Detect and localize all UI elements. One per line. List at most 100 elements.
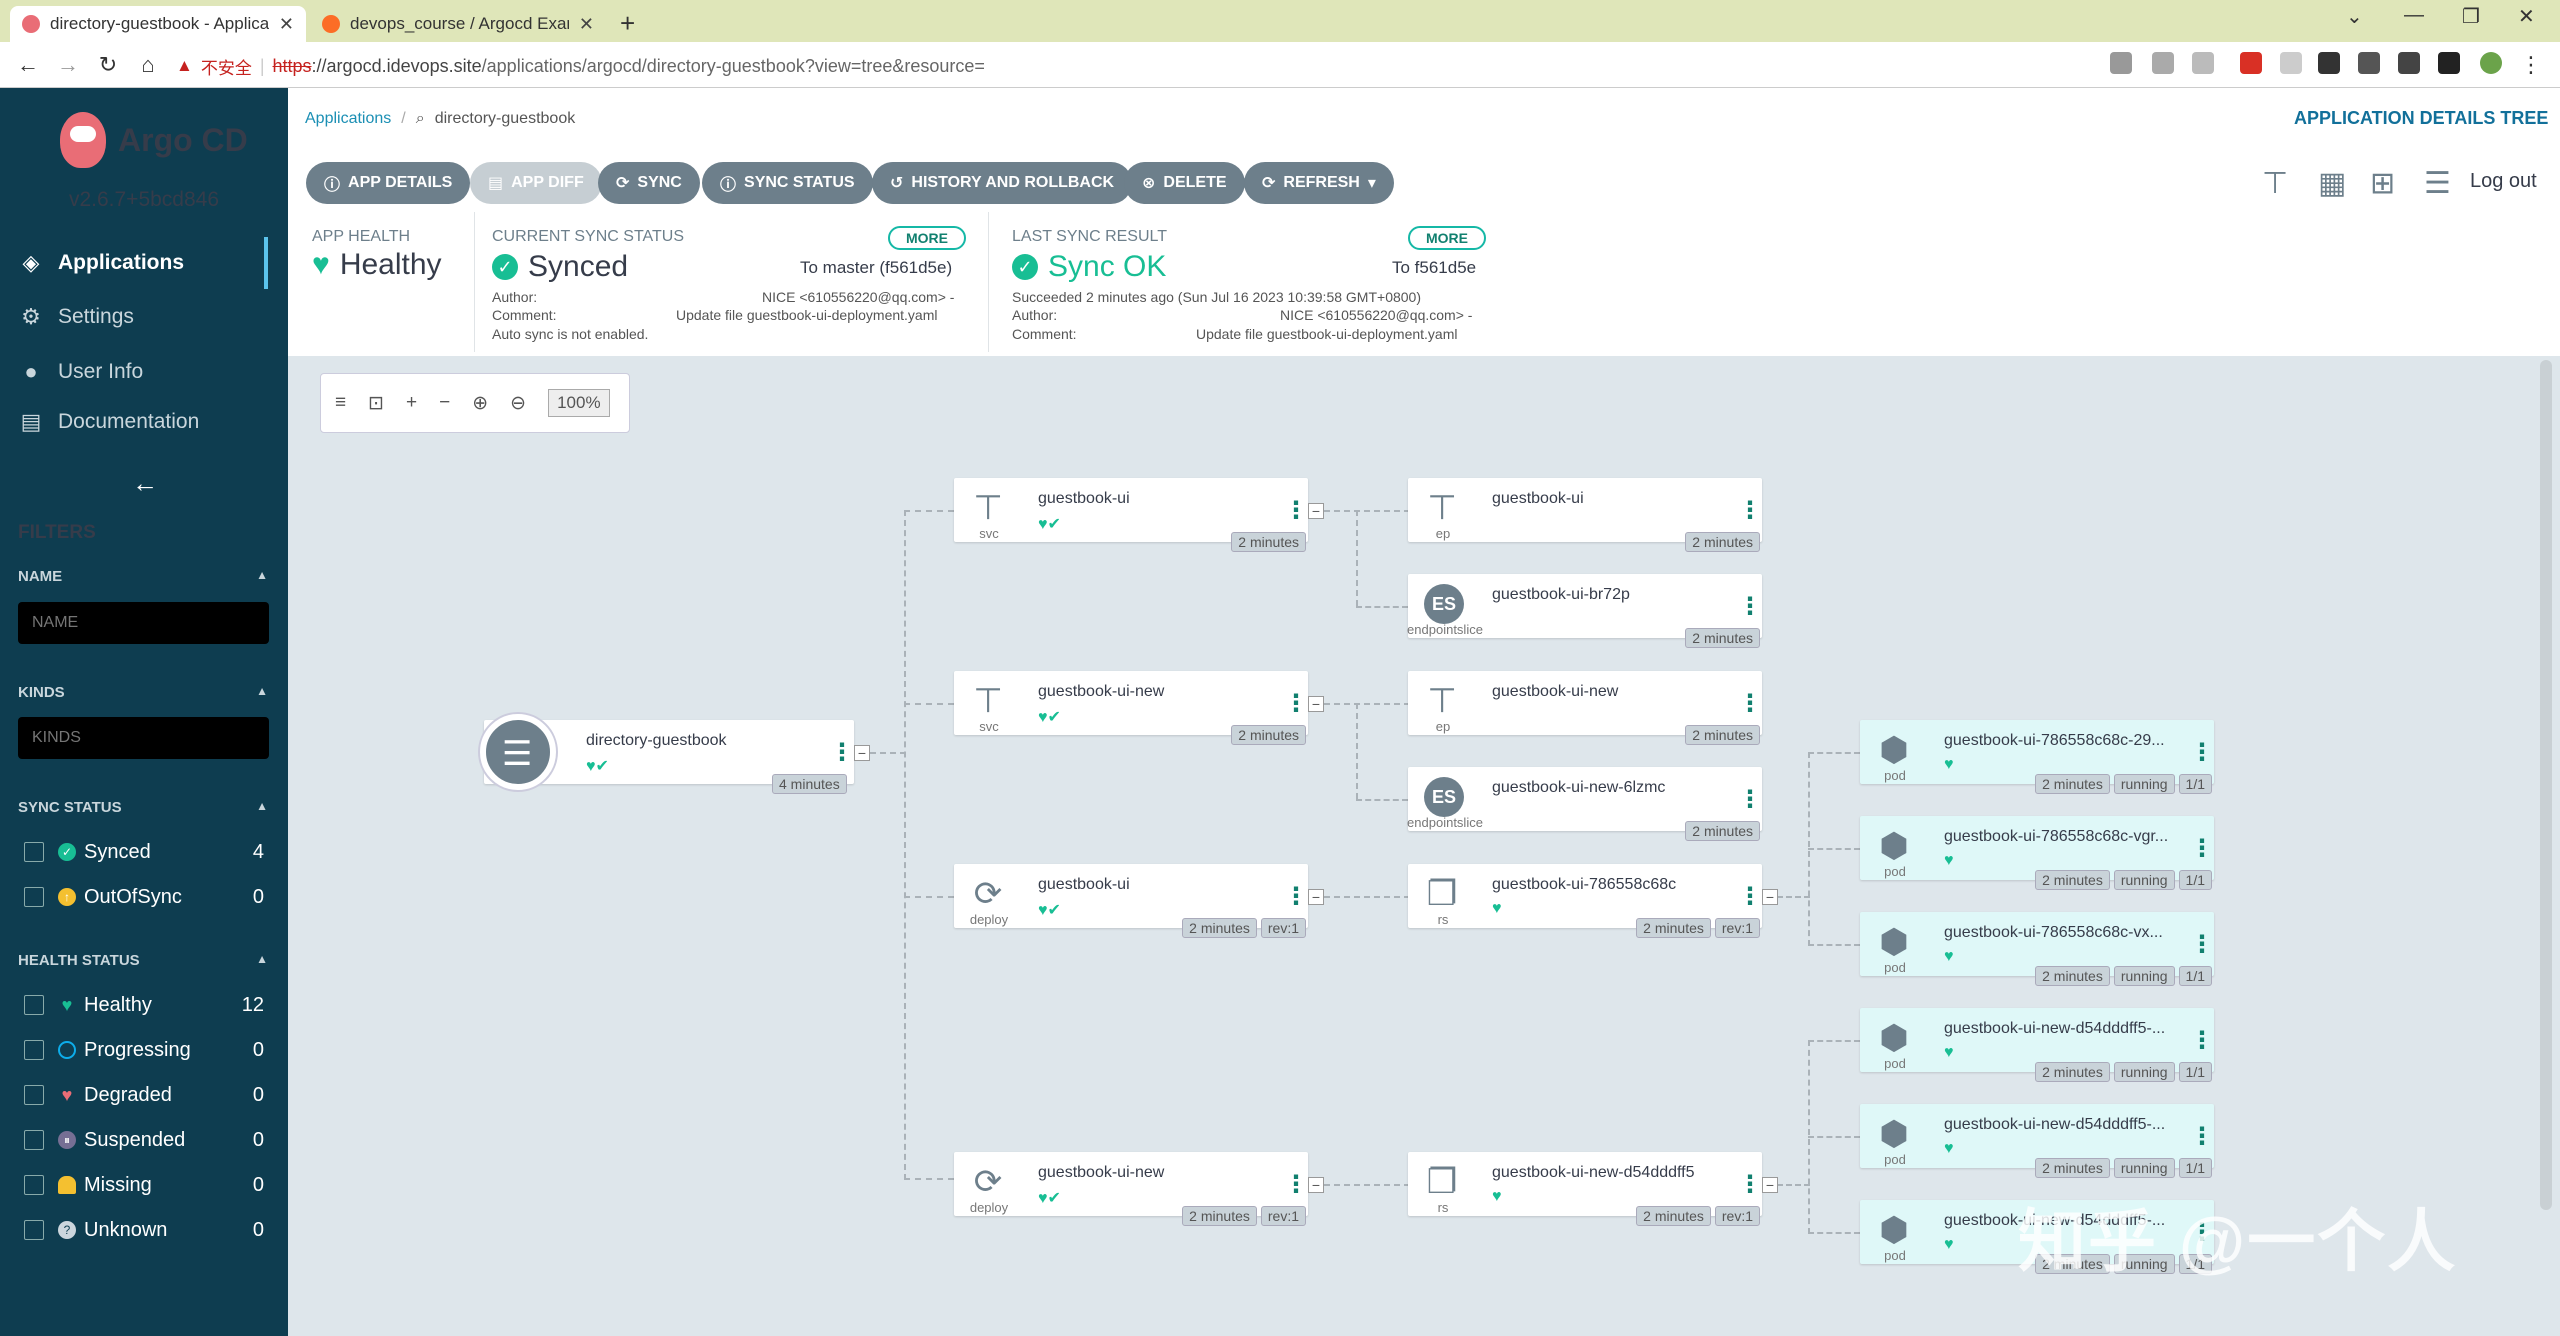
- refresh-button[interactable]: ⟳ REFRESH ▾: [1244, 162, 1394, 204]
- endpointslice-node-guestbook-ui-new-6lzmc[interactable]: ES endpointslice guestbook-ui-new-6lzmc …: [1407, 767, 1762, 841]
- endpointslice-node-guestbook-ui-br72p[interactable]: ES endpointslice guestbook-ui-br72p ⋮ 2 …: [1407, 574, 1762, 648]
- checkbox[interactable]: [24, 887, 44, 907]
- vertical-scrollbar[interactable]: [2540, 360, 2552, 1210]
- sidebar-item-user-info[interactable]: ● User Info: [18, 352, 143, 392]
- collapse-node-button[interactable]: −: [1762, 889, 1778, 905]
- profile-avatar[interactable]: [2480, 52, 2502, 74]
- node-menu-icon[interactable]: ⋮: [1738, 882, 1762, 911]
- reload-icon[interactable]: ↻: [94, 52, 122, 78]
- svc-node-guestbook-ui[interactable]: ⊤ svc guestbook-ui ♥✔ ⋮ 2 minutes: [954, 478, 1308, 552]
- home-icon[interactable]: ⌂: [134, 52, 162, 78]
- logout-link[interactable]: Log out: [2470, 170, 2537, 193]
- node-menu-icon[interactable]: ⋮: [2190, 1122, 2214, 1151]
- forward-icon[interactable]: →: [54, 52, 82, 78]
- restore-icon[interactable]: ❐: [2462, 4, 2480, 29]
- ep-node-guestbook-ui-new[interactable]: ⊤ ep guestbook-ui-new ⋮ 2 minutes: [1408, 671, 1762, 745]
- sync-status-button[interactable]: ⓘ SYNC STATUS: [702, 162, 873, 204]
- collapse-node-button[interactable]: −: [1308, 696, 1324, 712]
- checkbox[interactable]: [24, 1130, 44, 1150]
- extension-grey-icon[interactable]: [2280, 52, 2302, 74]
- kinds-filter-input[interactable]: [18, 717, 269, 759]
- checkbox[interactable]: [24, 1175, 44, 1195]
- align-left-icon[interactable]: ≡: [335, 392, 346, 414]
- filter-suspended[interactable]: ⏸ Suspended 0: [24, 1125, 264, 1155]
- url-field[interactable]: ▲ 不安全 | https://argocd.idevops.site/appl…: [176, 51, 2186, 81]
- browser-tab[interactable]: devops_course / Argocd Exam ✕: [310, 6, 606, 42]
- fit-screen-icon[interactable]: ⊡: [368, 392, 384, 415]
- node-menu-icon[interactable]: ⋮: [1738, 496, 1762, 525]
- node-menu-icon[interactable]: ⋮: [1738, 592, 1762, 621]
- argo-logo[interactable]: Argo CD: [60, 112, 248, 168]
- close-window-icon[interactable]: ✕: [2518, 4, 2535, 29]
- tree-view-icon[interactable]: ⊤: [2262, 166, 2288, 201]
- extension-dark-icon[interactable]: [2318, 52, 2340, 74]
- ep-node-guestbook-ui[interactable]: ⊤ ep guestbook-ui ⋮ 2 minutes: [1408, 478, 1762, 552]
- zoom-out-icon[interactable]: ⊖: [510, 392, 526, 415]
- name-filter-input[interactable]: [18, 602, 269, 644]
- sync-button[interactable]: ⟳ SYNC: [598, 162, 700, 204]
- translate-icon[interactable]: [2110, 52, 2132, 74]
- filter-progressing[interactable]: Progressing 0: [24, 1035, 264, 1065]
- node-menu-icon[interactable]: ⋮: [1738, 689, 1762, 718]
- node-menu-icon[interactable]: ⋮: [1738, 785, 1762, 814]
- filter-healthy[interactable]: ♥ Healthy 12: [24, 990, 264, 1020]
- node-menu-icon[interactable]: ⋮: [1284, 1170, 1308, 1199]
- app-details-button[interactable]: ⓘ APP DETAILS: [306, 162, 471, 204]
- checkbox[interactable]: [24, 1040, 44, 1060]
- pod-node[interactable]: ⬢ pod guestbook-ui-new-d54dddff5-... ♥ ⋮…: [1860, 1008, 2214, 1082]
- deploy-node-guestbook-ui-new[interactable]: ⟳ deploy guestbook-ui-new ♥✔ ⋮ 2 minutes…: [954, 1152, 1308, 1226]
- rs-node-guestbook-ui-786558c68c[interactable]: ❐ rs guestbook-ui-786558c68c ♥ ⋮ 2 minut…: [1408, 864, 1762, 938]
- list-view-icon[interactable]: ☰: [2424, 166, 2451, 201]
- breadcrumb-applications-link[interactable]: Applications: [305, 110, 391, 128]
- node-menu-icon[interactable]: ⋮: [830, 738, 854, 767]
- filter-name-header[interactable]: NAME ▲: [18, 568, 268, 585]
- tab-search-icon[interactable]: ⌄: [2346, 4, 2363, 29]
- collapse-node-button[interactable]: −: [1762, 1177, 1778, 1193]
- collapse-node-button[interactable]: −: [854, 745, 870, 761]
- app-root-node[interactable]: ☰ directory-guestbook ♥✔ ⋮ 4 minutes: [480, 714, 854, 794]
- close-tab-icon[interactable]: ✕: [579, 14, 594, 35]
- collapse-sidebar-icon[interactable]: ←: [132, 468, 158, 499]
- back-icon[interactable]: ←: [14, 52, 42, 78]
- delete-button[interactable]: ⊗ DELETE: [1124, 162, 1245, 204]
- minimize-icon[interactable]: —: [2404, 4, 2424, 27]
- filter-synced[interactable]: ✓ Synced 4: [24, 837, 264, 867]
- node-menu-icon[interactable]: ⋮: [1284, 496, 1308, 525]
- filter-health-status-header[interactable]: HEALTH STATUS ▲: [18, 952, 268, 969]
- download-icon[interactable]: [2398, 52, 2420, 74]
- pods-view-icon[interactable]: ▦: [2318, 166, 2346, 201]
- checkbox[interactable]: [24, 1085, 44, 1105]
- rs-node-guestbook-ui-new-d54dddff5[interactable]: ❐ rs guestbook-ui-new-d54dddff5 ♥ ⋮ 2 mi…: [1408, 1152, 1762, 1226]
- current-sync-more-button[interactable]: MORE: [888, 226, 966, 250]
- collapse-node-button[interactable]: −: [1308, 889, 1324, 905]
- collapse-node-button[interactable]: −: [1308, 503, 1324, 519]
- svc-node-guestbook-ui-new[interactable]: ⊤ svc guestbook-ui-new ♥✔ ⋮ 2 minutes: [954, 671, 1308, 745]
- filter-kinds-header[interactable]: KINDS ▲: [18, 684, 268, 701]
- sidebar-item-documentation[interactable]: ▤ Documentation: [18, 402, 200, 442]
- expand-icon[interactable]: +: [406, 392, 417, 414]
- node-menu-icon[interactable]: ⋮: [1738, 1170, 1762, 1199]
- sidebar-item-settings[interactable]: ⚙ Settings: [18, 297, 134, 337]
- pod-node[interactable]: ⬢ pod guestbook-ui-786558c68c-29... ♥ ⋮ …: [1860, 720, 2214, 794]
- collapse-icon[interactable]: −: [439, 392, 450, 414]
- collapse-node-button[interactable]: −: [1308, 1177, 1324, 1193]
- new-tab-icon[interactable]: +: [620, 8, 635, 39]
- bookmark-star-icon[interactable]: [2192, 52, 2214, 74]
- filter-sync-status-header[interactable]: SYNC STATUS ▲: [18, 799, 268, 816]
- pod-node[interactable]: ⬢ pod guestbook-ui-786558c68c-vgr... ♥ ⋮…: [1860, 816, 2214, 890]
- browser-menu-icon[interactable]: ⋮: [2520, 52, 2542, 77]
- extension-red-icon[interactable]: [2240, 52, 2262, 74]
- pod-node[interactable]: ⬢ pod guestbook-ui-new-d54dddff5-... ♥ ⋮…: [1860, 1104, 2214, 1178]
- zoom-in-icon[interactable]: ⊕: [472, 392, 488, 415]
- close-tab-icon[interactable]: ✕: [279, 14, 294, 35]
- filter-outofsync[interactable]: ↑ OutOfSync 0: [24, 882, 264, 912]
- last-sync-more-button[interactable]: MORE: [1408, 226, 1486, 250]
- history-rollback-button[interactable]: ↺ HISTORY AND ROLLBACK: [872, 162, 1133, 204]
- checkbox[interactable]: [24, 995, 44, 1015]
- checkbox[interactable]: [24, 842, 44, 862]
- node-menu-icon[interactable]: ⋮: [1284, 689, 1308, 718]
- pod-node[interactable]: ⬢ pod guestbook-ui-786558c68c-vx... ♥ ⋮ …: [1860, 912, 2214, 986]
- node-menu-icon[interactable]: ⋮: [2190, 738, 2214, 767]
- checkbox[interactable]: [24, 1220, 44, 1240]
- node-menu-icon[interactable]: ⋮: [2190, 930, 2214, 959]
